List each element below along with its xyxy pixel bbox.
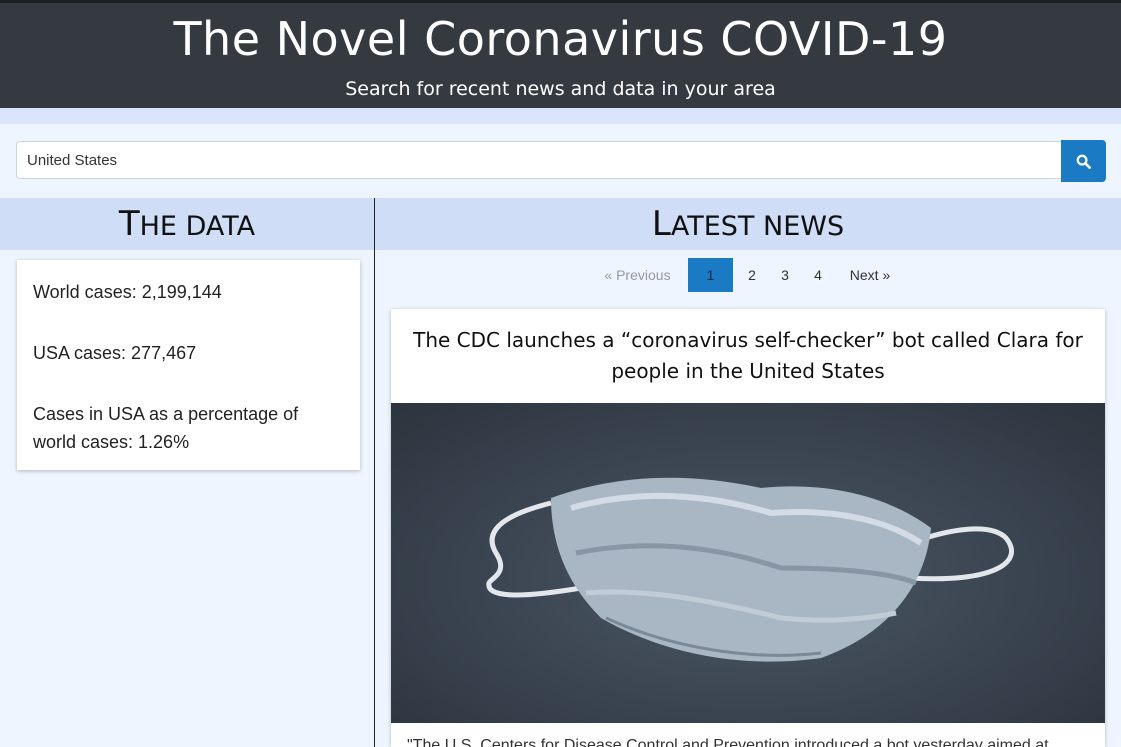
usa-percentage-stat: Cases in USA as a percentage of world ca… [33,404,299,452]
header-band [0,108,1121,124]
news-heading-initial: L [651,204,671,244]
pagination-page-4[interactable]: 4 [807,258,829,292]
pagination-previous[interactable]: « Previous [600,258,675,292]
pagination-page-2[interactable]: 2 [741,258,763,292]
article-snippet: "The U.S. Centers for Disease Control an… [407,737,1049,747]
data-heading-rest: HE DATA [139,211,256,242]
pagination-page-3[interactable]: 3 [774,258,796,292]
news-pagination: « Previous 1 2 3 4 Next » [375,258,1121,292]
news-section-heading: LATEST NEWS [375,198,1121,250]
pagination-page-1[interactable]: 1 [688,258,733,292]
search-icon [1076,154,1091,169]
search-button[interactable] [1061,140,1106,182]
usa-cases-stat: USA cases: 277,467 [33,343,197,363]
data-heading-initial: T [118,204,140,244]
data-section-heading: THE DATA [0,198,374,250]
search-bar [16,140,1106,182]
page-subtitle: Search for recent news and data in your … [345,78,776,100]
surgical-mask-icon [486,477,1014,662]
article-title[interactable]: The CDC launches a “coronavirus self-che… [391,309,1105,403]
world-cases-stat: World cases: 2,199,144 [33,282,222,302]
pagination-next[interactable]: Next » [841,258,899,292]
article-image[interactable] [391,403,1105,723]
page-title: The Novel Coronavirus COVID-19 [173,12,948,66]
news-article-card[interactable]: The CDC launches a “coronavirus self-che… [391,309,1105,747]
news-heading-rest: ATEST NEWS [670,211,845,242]
search-input[interactable] [16,141,1062,179]
data-card: World cases: 2,199,144 USA cases: 277,46… [17,260,360,470]
site-header: The Novel Coronavirus COVID-19 Search fo… [0,0,1121,108]
